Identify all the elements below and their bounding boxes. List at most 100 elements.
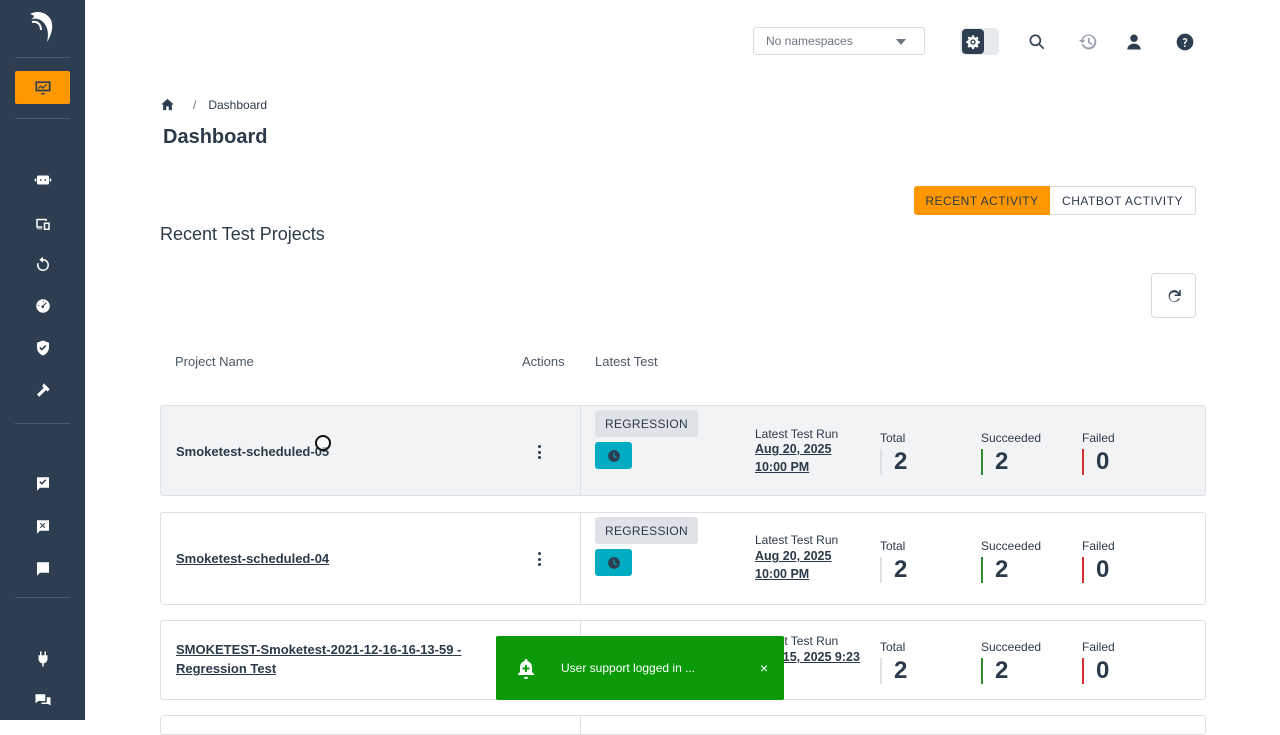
more-actions-icon[interactable] (534, 552, 544, 566)
column-header-project-name[interactable]: Project Name (175, 354, 254, 369)
sidebar-item-devices[interactable] (0, 206, 85, 242)
stat-failed-label: Failed (1082, 640, 1115, 654)
user-icon[interactable] (1124, 32, 1144, 52)
project-name[interactable]: Smoketest-scheduled-04 (176, 549, 329, 568)
hammer-icon (36, 383, 50, 397)
comment-x-icon (36, 520, 49, 534)
gauge-icon (35, 299, 50, 313)
sidebar-divider (15, 423, 70, 424)
sidebar-item-dashboard[interactable] (15, 71, 70, 104)
test-type-badge: REGRESSION (595, 517, 699, 544)
stat-failed: Failed 0 (1082, 539, 1115, 583)
breadcrumb-current: Dashboard (208, 97, 268, 112)
cell-divider (580, 406, 581, 495)
stat-total: Total 2 (880, 640, 907, 684)
stat-total-value: 2 (880, 557, 907, 583)
more-actions-icon[interactable] (534, 445, 544, 459)
monitor-chart-icon (35, 80, 50, 95)
stat-failed-value: 0 (1082, 449, 1115, 475)
activity-tabs: RECENT ACTIVITY CHATBOT ACTIVITY (914, 186, 1196, 215)
sidebar-item-performance[interactable] (0, 288, 85, 324)
tab-chatbot-activity[interactable]: CHATBOT ACTIVITY (1050, 186, 1196, 215)
stat-succeeded-value: 2 (981, 449, 1041, 475)
theme-toggle[interactable] (960, 28, 999, 55)
stat-failed: Failed 0 (1082, 431, 1115, 475)
latest-run-label: Latest Test Run (755, 427, 839, 441)
sidebar-item-chat[interactable] (0, 683, 85, 719)
stat-total-label: Total (880, 431, 906, 445)
section-title: Recent Test Projects (160, 224, 325, 244)
chat-bubbles-icon (35, 694, 50, 706)
stat-succeeded-label: Succeeded (981, 431, 1042, 445)
stat-failed-value: 0 (1082, 557, 1115, 583)
stat-succeeded: Succeeded 2 (981, 539, 1041, 583)
stat-failed: Failed 0 (1082, 640, 1115, 684)
sidebar-item-connectors[interactable] (0, 641, 85, 677)
refresh-icon (1168, 289, 1181, 302)
toast-message: User support logged in ... (561, 661, 696, 675)
cell-divider (580, 513, 581, 604)
gear-icon (962, 29, 984, 54)
cell-divider (580, 716, 581, 734)
table-row[interactable] (160, 715, 1206, 735)
table-row[interactable]: Smoketest-scheduled-04 REGRESSION Latest… (160, 512, 1206, 605)
help-icon[interactable] (1175, 32, 1195, 52)
sidebar (0, 0, 85, 720)
sidebar-divider (15, 118, 70, 119)
home-icon[interactable] (160, 97, 175, 112)
shield-check-icon (36, 340, 49, 356)
stat-succeeded-value: 2 (981, 658, 1041, 684)
devices-icon (35, 218, 50, 230)
page-title: Dashboard (163, 126, 268, 148)
history-icon (36, 256, 49, 271)
schedule-button[interactable] (595, 442, 632, 469)
clock-icon (607, 556, 620, 569)
sidebar-item-protected[interactable] (0, 551, 85, 587)
stat-succeeded-label: Succeeded (981, 539, 1042, 553)
column-header-actions: Actions (522, 354, 565, 369)
stat-total-label: Total (880, 640, 906, 654)
sidebar-item-security[interactable] (0, 330, 85, 366)
sidebar-item-history[interactable] (0, 247, 85, 283)
mouse-cursor (315, 435, 331, 451)
tab-recent-activity[interactable]: RECENT ACTIVITY (914, 186, 1050, 215)
search-icon[interactable] (1027, 32, 1047, 52)
app-logo[interactable] (27, 8, 57, 44)
stat-succeeded-value: 2 (981, 557, 1041, 583)
comment-shield-icon (36, 562, 49, 576)
sidebar-item-tools[interactable] (0, 372, 85, 408)
toast-close-button[interactable]: × (760, 660, 768, 676)
stat-total-value: 2 (880, 658, 907, 684)
bell-plus-icon (514, 657, 538, 681)
latest-run-date[interactable]: Aug 20, 2025 10:00 PM (755, 440, 865, 476)
stat-total: Total 2 (880, 539, 907, 583)
stat-total: Total 2 (880, 431, 907, 475)
sidebar-item-chatbots[interactable] (0, 162, 85, 198)
stat-failed-label: Failed (1082, 431, 1115, 445)
breadcrumb: / Dashboard (160, 97, 267, 112)
project-name[interactable]: Smoketest-scheduled-05 (176, 442, 329, 461)
schedule-button[interactable] (595, 549, 632, 576)
stat-succeeded-label: Succeeded (981, 640, 1042, 654)
plug-icon (38, 651, 47, 667)
sidebar-divider (15, 597, 70, 598)
table-row[interactable]: Smoketest-scheduled-05 REGRESSION Latest… (160, 405, 1206, 496)
column-header-latest-test: Latest Test (595, 354, 658, 369)
project-name[interactable]: SMOKETEST-Smoketest-2021-12-16-16-13-59 … (176, 640, 486, 678)
stat-total-value: 2 (880, 449, 907, 475)
sidebar-item-passed[interactable] (0, 466, 85, 502)
stat-failed-value: 0 (1082, 658, 1115, 684)
clock-icon (607, 449, 620, 462)
sidebar-item-failed[interactable] (0, 509, 85, 545)
namespace-select[interactable]: No namespaces (753, 27, 925, 55)
namespace-select-value: No namespaces (766, 34, 853, 48)
stat-succeeded: Succeeded 2 (981, 431, 1041, 475)
history-icon[interactable] (1078, 32, 1098, 52)
refresh-button[interactable] (1151, 273, 1196, 318)
latest-run-label: Latest Test Run (755, 533, 839, 547)
notification-toast: User support logged in ... × (496, 636, 784, 700)
stat-succeeded: Succeeded 2 (981, 640, 1041, 684)
latest-run-date[interactable]: Aug 20, 2025 10:00 PM (755, 547, 865, 583)
robot-icon (34, 175, 51, 185)
test-type-badge: REGRESSION (595, 410, 699, 437)
